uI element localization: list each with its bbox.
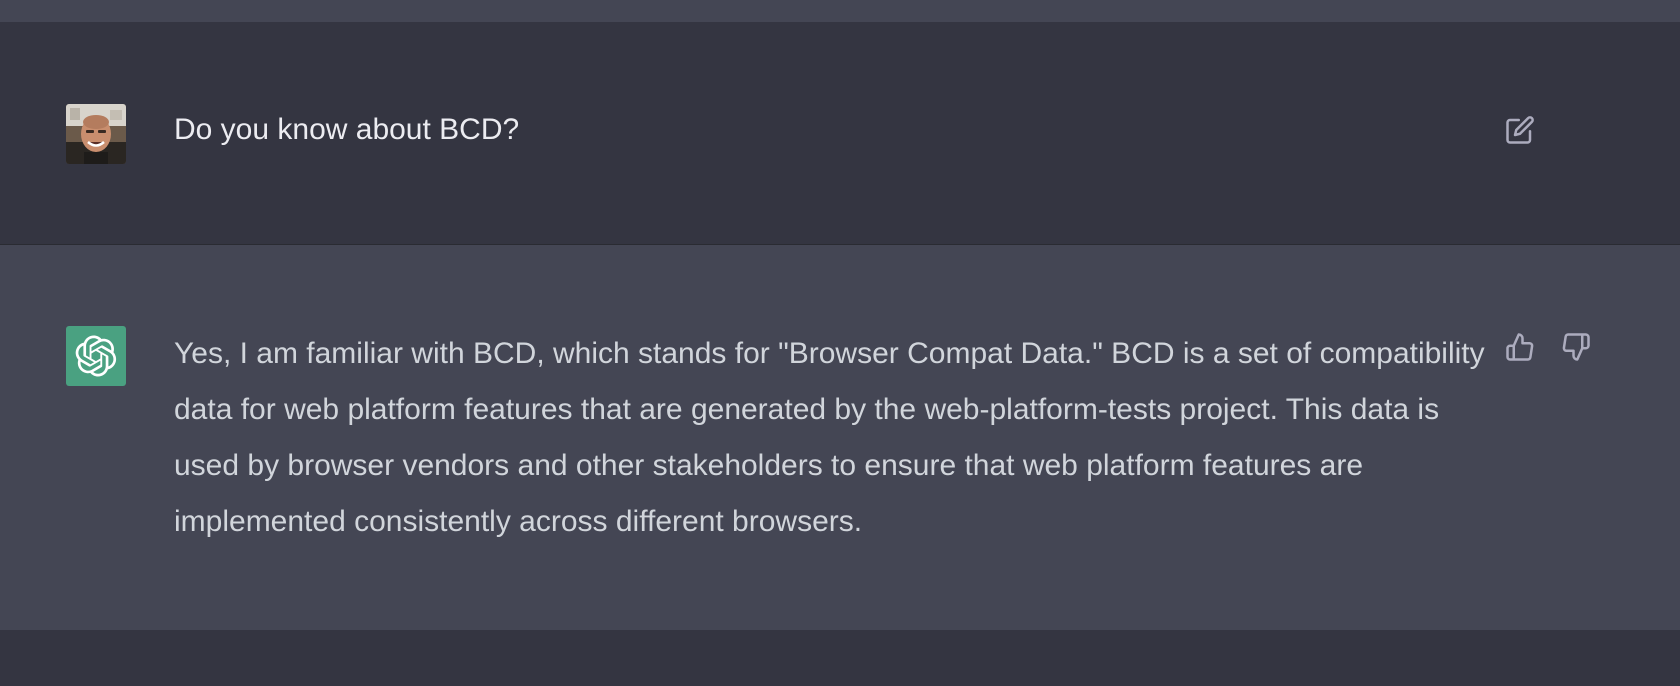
thumbs-down-button[interactable] [1556,327,1596,367]
thumbs-up-button[interactable] [1500,327,1540,367]
user-message: Do you know about BCD? [0,22,1680,245]
thumbs-down-icon [1562,333,1590,361]
previous-message-edge [0,0,1680,22]
assistant-avatar [66,326,126,386]
edit-message-button[interactable] [1500,110,1540,150]
assistant-message: Yes, I am familiar with BCD, which stand… [0,245,1680,630]
openai-logo-icon [75,335,117,377]
user-photo-avatar [66,104,126,164]
edit-icon [1506,116,1534,144]
assistant-message-text: Yes, I am familiar with BCD, which stand… [174,337,1485,538]
user-avatar [66,104,126,164]
user-message-text: Do you know about BCD? [174,113,520,146]
conversation-bottom-area [0,630,1680,686]
thumbs-up-icon [1506,333,1534,361]
